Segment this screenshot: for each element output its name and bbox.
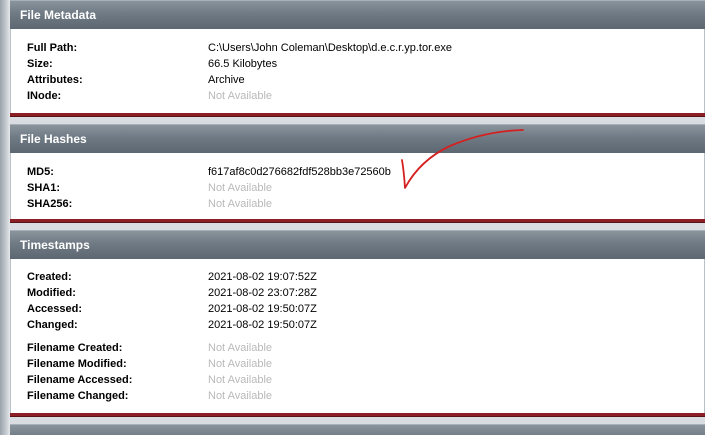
size-value: 66.5 Kilobytes <box>208 58 278 70</box>
full-path-value: C:\Users\John Coleman\Desktop\d.e.c.r.yp… <box>208 42 452 54</box>
sha1-value: Not Available <box>208 182 273 194</box>
timestamps-header[interactable]: Timestamps <box>10 230 705 259</box>
metadata-row-inode: INode: Not Available <box>27 88 687 104</box>
created-label: Created: <box>27 271 72 283</box>
next-section-header[interactable] <box>10 424 705 435</box>
attributes-label: Attributes: <box>27 74 83 86</box>
hash-row-sha1: SHA1: Not Available <box>27 180 687 196</box>
filename-created-label: Filename Created: <box>27 342 123 354</box>
timestamp-row-filename-created: Filename Created: Not Available <box>27 340 687 356</box>
timestamps-divider <box>10 413 705 417</box>
timestamp-row-created: Created: 2021-08-02 19:07:52Z <box>27 269 687 285</box>
changed-label: Changed: <box>27 319 78 331</box>
attributes-value: Archive <box>208 74 245 86</box>
modified-label: Modified: <box>27 287 76 299</box>
file-hashes-panel: File Hashes MD5: f617af8c0d276682fdf528b… <box>10 124 705 223</box>
changed-value: 2021-08-02 19:50:07Z <box>208 319 317 331</box>
sha1-label: SHA1: <box>27 182 61 194</box>
timestamp-row-modified: Modified: 2021-08-02 23:07:28Z <box>27 285 687 301</box>
metadata-row-attributes: Attributes: Archive <box>27 72 687 88</box>
timestamp-row-filename-modified: Filename Modified: Not Available <box>27 356 687 372</box>
created-value: 2021-08-02 19:07:52Z <box>208 271 317 283</box>
accessed-value: 2021-08-02 19:50:07Z <box>208 303 317 315</box>
filename-modified-value: Not Available <box>208 358 273 370</box>
timestamp-row-filename-accessed: Filename Accessed: Not Available <box>27 372 687 388</box>
file-hashes-divider <box>10 219 705 223</box>
hash-row-md5: MD5: f617af8c0d276682fdf528bb3e72560b <box>27 164 687 180</box>
timestamps-panel: Timestamps Created: 2021-08-02 19:07:52Z… <box>10 230 705 417</box>
filename-modified-label: Filename Modified: <box>27 358 127 370</box>
next-section-panel <box>10 424 705 435</box>
modified-value: 2021-08-02 23:07:28Z <box>208 287 317 299</box>
filename-changed-label: Filename Changed: <box>27 390 129 402</box>
md5-value: f617af8c0d276682fdf528bb3e72560b <box>208 166 391 178</box>
sha256-label: SHA256: <box>27 198 73 210</box>
file-metadata-divider <box>10 113 705 117</box>
inode-value: Not Available <box>208 90 273 102</box>
file-metadata-header[interactable]: File Metadata <box>10 0 705 29</box>
filename-created-value: Not Available <box>208 342 273 354</box>
file-metadata-panel: File Metadata Full Path: C:\Users\John C… <box>10 0 705 117</box>
timestamp-row-changed: Changed: 2021-08-02 19:50:07Z <box>27 317 687 333</box>
inode-label: INode: <box>27 90 62 102</box>
accessed-label: Accessed: <box>27 303 83 315</box>
timestamp-row-accessed: Accessed: 2021-08-02 19:50:07Z <box>27 301 687 317</box>
metadata-row-full-path: Full Path: C:\Users\John Coleman\Desktop… <box>27 40 687 56</box>
sha256-value: Not Available <box>208 198 273 210</box>
filename-changed-value: Not Available <box>208 390 273 402</box>
size-label: Size: <box>27 58 53 70</box>
md5-label: MD5: <box>27 166 54 178</box>
left-splitter[interactable] <box>0 0 10 435</box>
timestamp-row-filename-changed: Filename Changed: Not Available <box>27 388 687 404</box>
full-path-label: Full Path: <box>27 42 78 54</box>
file-hashes-header[interactable]: File Hashes <box>10 124 705 153</box>
hash-row-sha256: SHA256: Not Available <box>27 196 687 212</box>
filename-accessed-value: Not Available <box>208 374 273 386</box>
metadata-row-size: Size: 66.5 Kilobytes <box>27 56 687 72</box>
filename-accessed-label: Filename Accessed: <box>27 374 133 386</box>
